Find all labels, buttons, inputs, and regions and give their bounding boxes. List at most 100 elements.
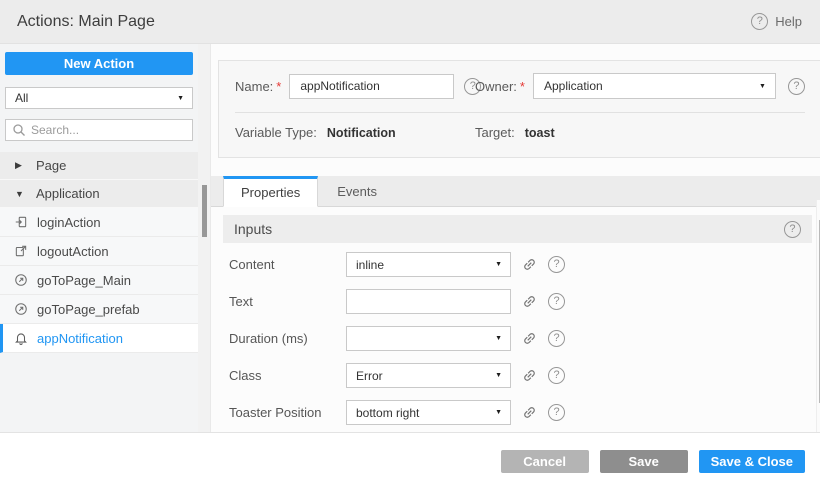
class-select[interactable]: Error ▼ xyxy=(346,363,511,388)
help-link[interactable]: ? Help xyxy=(751,13,802,30)
filter-select-value: All xyxy=(15,91,28,105)
name-input[interactable] xyxy=(289,74,454,99)
target-label: Target: xyxy=(475,125,515,140)
tree-item-label: goToPage_Main xyxy=(37,273,131,288)
property-row-toaster-position: Toaster Position bottom right ▼ ? xyxy=(229,394,820,431)
save-and-close-button[interactable]: Save & Close xyxy=(699,450,805,473)
property-row-class: Class Error ▼ ? xyxy=(229,357,820,394)
panel-divider xyxy=(235,112,805,113)
properties-scrollbar[interactable]: ▲ ▼ xyxy=(816,200,820,432)
cancel-button[interactable]: Cancel xyxy=(501,450,589,473)
sidebar-empty-area xyxy=(0,353,198,432)
owner-select-value: Application xyxy=(544,79,603,93)
tab-label: Events xyxy=(337,184,377,199)
tree-item-label: appNotification xyxy=(37,331,123,346)
actions-sidebar: New Action All ▼ ▶ Page ▼ Appl xyxy=(0,44,198,432)
help-icon[interactable]: ? xyxy=(784,221,801,238)
chevron-right-icon: ▶ xyxy=(15,160,25,171)
required-marker: * xyxy=(520,79,525,94)
property-row-content: Content inline ▼ ? xyxy=(229,246,820,283)
bind-link-icon[interactable] xyxy=(522,294,537,309)
chevron-down-icon: ▼ xyxy=(495,261,502,268)
editor-tabs: Properties Events xyxy=(211,176,820,207)
sidebar-scrollbar[interactable] xyxy=(198,44,211,432)
help-icon: ? xyxy=(751,13,768,30)
tree-group-label: Page xyxy=(36,158,66,173)
inputs-section-title: Inputs xyxy=(234,221,272,237)
chevron-down-icon: ▼ xyxy=(495,409,502,416)
filter-select[interactable]: All ▼ xyxy=(5,87,193,109)
tab-label: Properties xyxy=(241,185,300,200)
tree-item-goToPage_Main[interactable]: goToPage_Main xyxy=(0,266,198,295)
tab-events[interactable]: Events xyxy=(318,176,396,206)
help-icon[interactable]: ? xyxy=(548,330,565,347)
property-label: Content xyxy=(229,257,346,272)
tree-group-label: Application xyxy=(36,186,100,201)
help-icon[interactable]: ? xyxy=(548,293,565,310)
tree-item-appNotification[interactable]: appNotification xyxy=(0,324,198,353)
chevron-down-icon: ▼ xyxy=(495,335,502,342)
action-summary-panel: Name: * ? Owner: * Application ▼ ? xyxy=(218,60,820,158)
property-label: Text xyxy=(229,294,346,309)
tree-item-label: loginAction xyxy=(37,215,101,230)
chevron-down-icon: ▼ xyxy=(177,95,184,102)
required-marker: * xyxy=(276,79,281,94)
help-icon[interactable]: ? xyxy=(548,404,565,421)
goto-page-icon xyxy=(14,302,28,316)
bind-link-icon[interactable] xyxy=(522,257,537,272)
logout-icon xyxy=(14,244,28,258)
save-button[interactable]: Save xyxy=(600,450,688,473)
select-value: Error xyxy=(356,369,383,383)
tree-group-page[interactable]: ▶ Page xyxy=(0,152,198,180)
new-action-button[interactable]: New Action xyxy=(5,52,193,75)
search-icon xyxy=(12,123,26,137)
variable-type-value: Notification xyxy=(327,126,396,140)
sidebar-scrollbar-thumb[interactable] xyxy=(202,185,207,237)
login-icon xyxy=(14,215,28,229)
dialog-footer: Cancel Save Save & Close xyxy=(0,433,820,491)
bind-link-icon[interactable] xyxy=(522,331,537,346)
tree-item-logoutAction[interactable]: logoutAction xyxy=(0,237,198,266)
search-input[interactable] xyxy=(5,119,193,141)
action-editor-panel: Name: * ? Owner: * Application ▼ ? xyxy=(211,44,820,432)
select-value: bottom right xyxy=(356,406,419,420)
duration-select[interactable]: ▼ xyxy=(346,326,511,351)
tree-item-loginAction[interactable]: loginAction xyxy=(0,208,198,237)
content-select[interactable]: inline ▼ xyxy=(346,252,511,277)
help-label: Help xyxy=(775,14,802,29)
dialog-header: Actions: Main Page ? Help xyxy=(0,0,820,44)
text-input[interactable] xyxy=(346,289,511,314)
property-label: Duration (ms) xyxy=(229,331,346,346)
search-box xyxy=(5,119,193,141)
tab-properties[interactable]: Properties xyxy=(223,176,318,207)
bind-link-icon[interactable] xyxy=(522,405,537,420)
notification-bell-icon xyxy=(14,331,28,345)
chevron-down-icon: ▼ xyxy=(495,372,502,379)
goto-page-icon xyxy=(14,273,28,287)
properties-content: Inputs ? Content inline ▼ ? xyxy=(211,207,820,433)
inputs-section-header: Inputs ? xyxy=(223,215,812,243)
dialog-body: New Action All ▼ ▶ Page ▼ Appl xyxy=(0,44,820,433)
property-row-duration: Duration (ms) ▼ ? xyxy=(229,320,820,357)
tree-item-goToPage_prefab[interactable]: goToPage_prefab xyxy=(0,295,198,324)
help-icon[interactable]: ? xyxy=(788,78,805,95)
toaster-position-select[interactable]: bottom right ▼ xyxy=(346,400,511,425)
target-value: toast xyxy=(525,126,555,140)
name-label: Name: xyxy=(235,79,273,94)
property-label: Class xyxy=(229,368,346,383)
owner-select[interactable]: Application ▼ xyxy=(533,73,776,99)
tree-group-application[interactable]: ▼ Application xyxy=(0,180,198,208)
actions-tree: ▶ Page ▼ Application loginAction xyxy=(0,152,198,353)
tree-item-label: logoutAction xyxy=(37,244,109,259)
actions-dialog: Actions: Main Page ? Help New Action All… xyxy=(0,0,820,491)
page-title: Actions: Main Page xyxy=(17,13,155,31)
tree-item-label: goToPage_prefab xyxy=(37,302,140,317)
variable-type-label: Variable Type: xyxy=(235,125,317,140)
owner-label: Owner: xyxy=(475,79,517,94)
chevron-down-icon: ▼ xyxy=(759,83,766,90)
help-icon[interactable]: ? xyxy=(548,367,565,384)
help-icon[interactable]: ? xyxy=(548,256,565,273)
property-label: Toaster Position xyxy=(229,405,346,420)
chevron-down-icon: ▼ xyxy=(15,189,25,199)
bind-link-icon[interactable] xyxy=(522,368,537,383)
